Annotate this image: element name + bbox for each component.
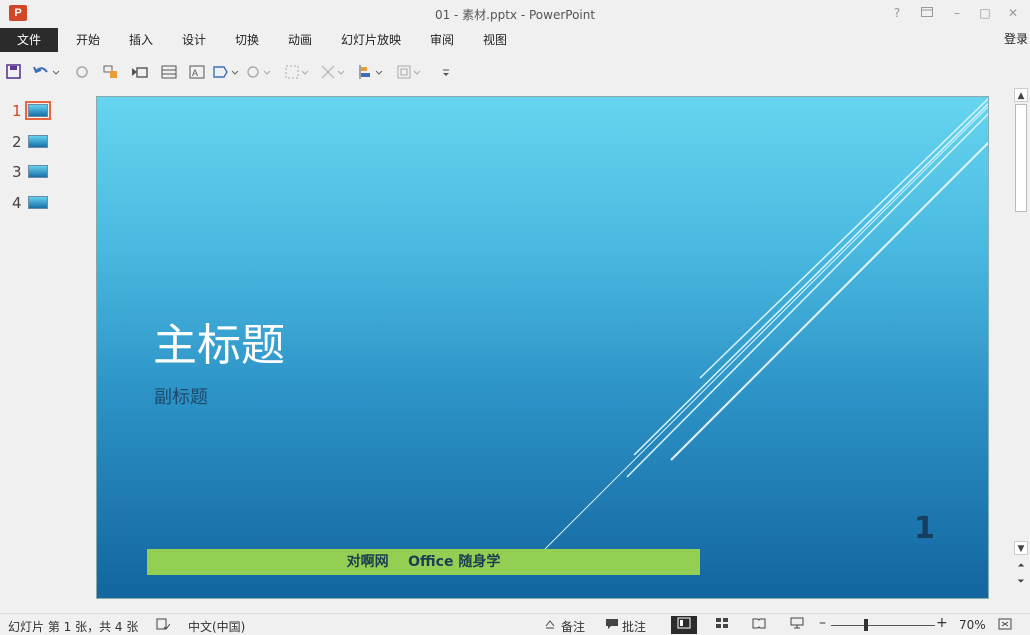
customize-toolbar-icon[interactable] [438, 64, 456, 80]
scroll-up-icon[interactable]: ▲ [1014, 88, 1028, 102]
group-objects-icon[interactable] [284, 64, 312, 80]
zoom-level[interactable]: 70% [959, 618, 986, 632]
table-icon[interactable] [160, 64, 178, 80]
spell-check-icon[interactable] [156, 618, 171, 633]
select-pane-icon[interactable] [396, 64, 424, 80]
tab-home[interactable]: 开始 [66, 28, 110, 52]
close-button[interactable]: ✕ [1001, 4, 1025, 22]
slide-thumbnail-image[interactable] [25, 101, 51, 120]
comments-button[interactable]: 批注 [622, 618, 646, 635]
slide-subtitle[interactable]: 副标题 [154, 383, 208, 409]
slide-thumbnail-number: 1 [12, 102, 22, 120]
slide-canvas[interactable]: 主标题 副标题 1 对啊网 Office 随身学 [96, 96, 989, 599]
slide-thumbnail[interactable]: 2 [0, 129, 56, 153]
slide-thumbnail-number: 3 [12, 163, 22, 181]
shape-fill-icon[interactable] [246, 64, 274, 80]
tab-design[interactable]: 设计 [172, 28, 216, 52]
format-painter-icon[interactable] [102, 64, 120, 80]
slideshow-view-icon[interactable] [784, 616, 810, 634]
tab-view[interactable]: 视图 [473, 28, 517, 52]
restore-button[interactable]: □ [973, 4, 997, 22]
redo-icon[interactable] [73, 64, 91, 80]
zoom-slider-handle[interactable] [864, 619, 868, 631]
slide-counter: 幻灯片 第 1 张，共 4 张 [8, 620, 139, 634]
window-title: 01 - 素材.pptx - PowerPoint [434, 8, 596, 22]
notes-icon[interactable] [544, 618, 556, 633]
vertical-scrollbar[interactable]: ▲ ▼ ⏶ ⏷ [1013, 88, 1029, 593]
tab-animations[interactable]: 动画 [278, 28, 322, 52]
zoom-in-button[interactable]: + [936, 615, 948, 631]
reading-view-icon[interactable] [746, 616, 772, 634]
zoom-out-button[interactable]: – [819, 615, 826, 631]
title-bar: P 01 - 素材.pptx - PowerPoint ? – □ ✕ [0, 0, 1030, 28]
slide-thumbnail[interactable]: 4 [0, 190, 56, 214]
slide-sorter-view-icon[interactable] [709, 616, 735, 634]
tab-transitions[interactable]: 切换 [225, 28, 269, 52]
notes-button[interactable]: 备注 [561, 618, 585, 635]
slide-thumbnail-image[interactable] [28, 165, 48, 178]
svg-text:A: A [192, 68, 198, 78]
scrollbar-thumb[interactable] [1015, 104, 1027, 212]
textbox-icon[interactable]: A [188, 64, 206, 80]
camera-icon[interactable] [131, 64, 149, 80]
arrange-icon[interactable] [358, 64, 386, 80]
slide-thumbnail-image[interactable] [28, 135, 48, 148]
help-icon[interactable]: ? [885, 4, 909, 22]
zoom-slider[interactable] [831, 625, 935, 626]
shapes-icon[interactable] [212, 64, 240, 80]
quick-access-toolbar: A [0, 56, 1030, 88]
tab-file[interactable]: 文件 [0, 28, 58, 52]
undo-icon[interactable] [32, 64, 60, 80]
slide-thumbnails-pane: 1 2 3 4 [0, 92, 56, 607]
tab-insert[interactable]: 插入 [119, 28, 163, 52]
slide-thumbnail-image[interactable] [28, 196, 48, 209]
slide-number: 1 [914, 511, 935, 546]
next-slide-icon[interactable]: ⏷ [1014, 575, 1028, 589]
tab-review[interactable]: 审阅 [420, 28, 464, 52]
slide-thumbnail[interactable]: 3 [0, 159, 56, 183]
tab-slideshow[interactable]: 幻灯片放映 [334, 28, 408, 52]
previous-slide-icon[interactable]: ⏶ [1014, 559, 1028, 573]
align-icon[interactable] [320, 64, 348, 80]
normal-view-icon[interactable] [671, 616, 697, 634]
language-indicator[interactable]: 中文(中国) [188, 618, 245, 635]
login-link[interactable]: 登录 [1004, 30, 1028, 47]
slide-thumbnail-number: 2 [12, 133, 22, 151]
scroll-down-icon[interactable]: ▼ [1014, 541, 1028, 555]
minimize-button[interactable]: – [945, 4, 969, 22]
slide-title[interactable]: 主标题 [153, 309, 285, 373]
status-bar: 幻灯片 第 1 张，共 4 张 中文(中国) 备注 批注 – + 70% [0, 613, 1030, 635]
slide-thumbnail-number: 4 [12, 194, 22, 212]
save-icon[interactable] [5, 64, 23, 80]
slide-footer-bar[interactable]: 对啊网 Office 随身学 [147, 549, 700, 575]
ribbon-tabs: 文件 开始 插入 设计 切换 动画 幻灯片放映 审阅 视图 登录 [0, 28, 1030, 52]
slide-thumbnail[interactable]: 1 [0, 98, 56, 122]
comments-icon[interactable] [605, 618, 619, 633]
fit-to-window-icon[interactable] [998, 618, 1012, 633]
ribbon-display-options-icon[interactable] [915, 4, 939, 22]
